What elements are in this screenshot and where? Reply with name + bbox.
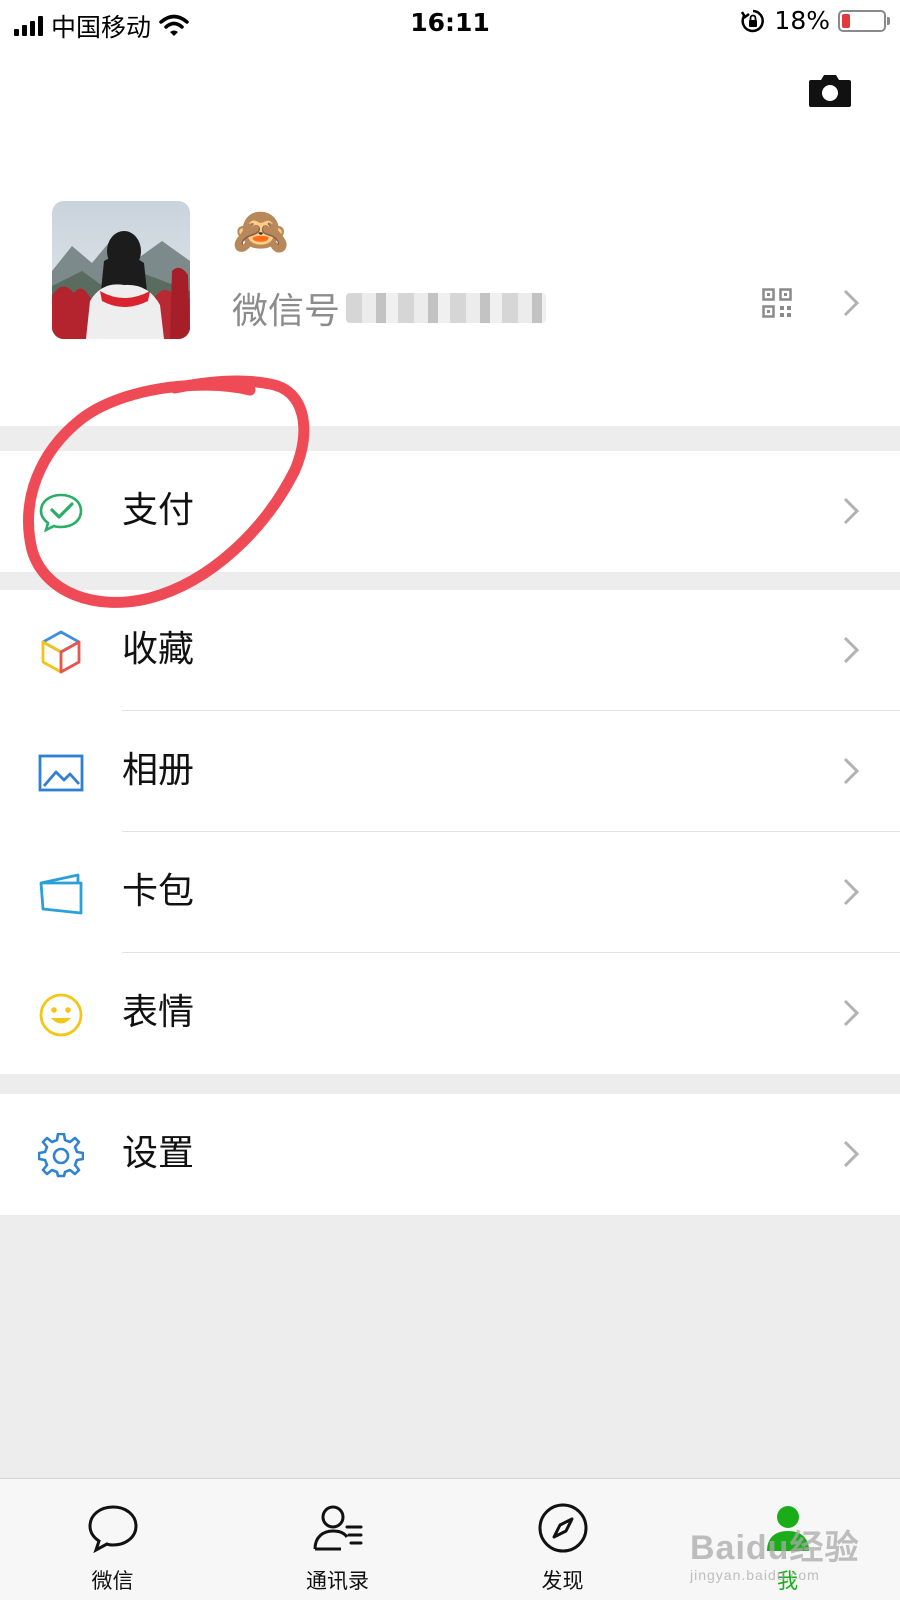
favorites-cube-icon: [41, 630, 81, 674]
nickname: 🙈: [232, 204, 290, 258]
battery-level: [842, 13, 850, 28]
camera-icon[interactable]: [808, 72, 852, 108]
tab-contacts[interactable]: 通讯录: [225, 1479, 450, 1600]
wechat-id-row: 微信号: [232, 282, 547, 334]
chevron-right-icon: [843, 999, 860, 1027]
tab-chats[interactable]: 微信: [0, 1479, 225, 1600]
chevron-right-icon: [843, 636, 860, 664]
tab-label: 通讯录: [306, 1569, 369, 1593]
menu-label-pay: 支付: [122, 490, 195, 531]
avatar[interactable]: [52, 201, 190, 339]
menu-item-pay[interactable]: 支付: [0, 451, 900, 572]
menu-item-cards[interactable]: 卡包: [0, 832, 900, 953]
album-photo-icon: [38, 754, 84, 792]
avatar-photo: [52, 201, 190, 339]
menu-item-album[interactable]: 相册: [0, 711, 900, 832]
card-wallet-icon: [39, 873, 83, 915]
battery-icon: [838, 9, 890, 32]
gear-icon: [38, 1133, 84, 1178]
battery-percent: 18%: [774, 6, 830, 35]
tab-discover[interactable]: 发现: [450, 1479, 675, 1600]
rotation-lock-icon: [741, 9, 765, 32]
menu-label-settings: 设置: [122, 1133, 195, 1174]
wechat-id-redacted: [346, 293, 547, 323]
status-bar: 中国移动 16:11 18%: [0, 0, 900, 46]
watermark-main: Baidu经验: [690, 1529, 860, 1567]
qr-code-icon[interactable]: [762, 288, 792, 318]
menu-item-stickers[interactable]: 表情: [0, 953, 900, 1074]
menu-group-settings: 设置: [0, 1094, 900, 1215]
menu-label-stickers: 表情: [122, 992, 195, 1033]
menu-label-favorites: 收藏: [122, 629, 195, 670]
watermark-sub: jingyan.baidu.com: [690, 1567, 820, 1583]
chat-bubble-icon: [88, 1505, 138, 1554]
chevron-right-icon: [843, 1140, 860, 1168]
smiley-face-icon: [39, 993, 83, 1037]
tab-label: 微信: [91, 1569, 134, 1593]
menu-item-settings[interactable]: 设置: [0, 1094, 900, 1215]
baidu-watermark: Baidu经验 jingyan.baidu.com: [690, 1520, 870, 1583]
menu-label-cards: 卡包: [122, 871, 195, 912]
chevron-right-icon: [843, 497, 860, 525]
menu-item-favorites[interactable]: 收藏: [0, 590, 900, 711]
menu-group-content: 收藏 相册 卡包 表情: [0, 590, 900, 1074]
chevron-right-icon: [843, 878, 860, 906]
contacts-icon: [313, 1505, 363, 1551]
profile-header[interactable]: 🙈 微信号: [0, 46, 900, 426]
status-right: 18%: [740, 6, 890, 35]
compass-icon: [538, 1503, 588, 1553]
chevron-right-icon: [843, 289, 860, 317]
menu-label-album: 相册: [122, 750, 195, 791]
wechat-pay-icon: [39, 493, 83, 533]
wechat-id-label: 微信号: [232, 291, 341, 332]
chevron-right-icon: [843, 757, 860, 785]
menu-group-pay: 支付: [0, 451, 900, 572]
tab-label: 发现: [541, 1569, 584, 1593]
